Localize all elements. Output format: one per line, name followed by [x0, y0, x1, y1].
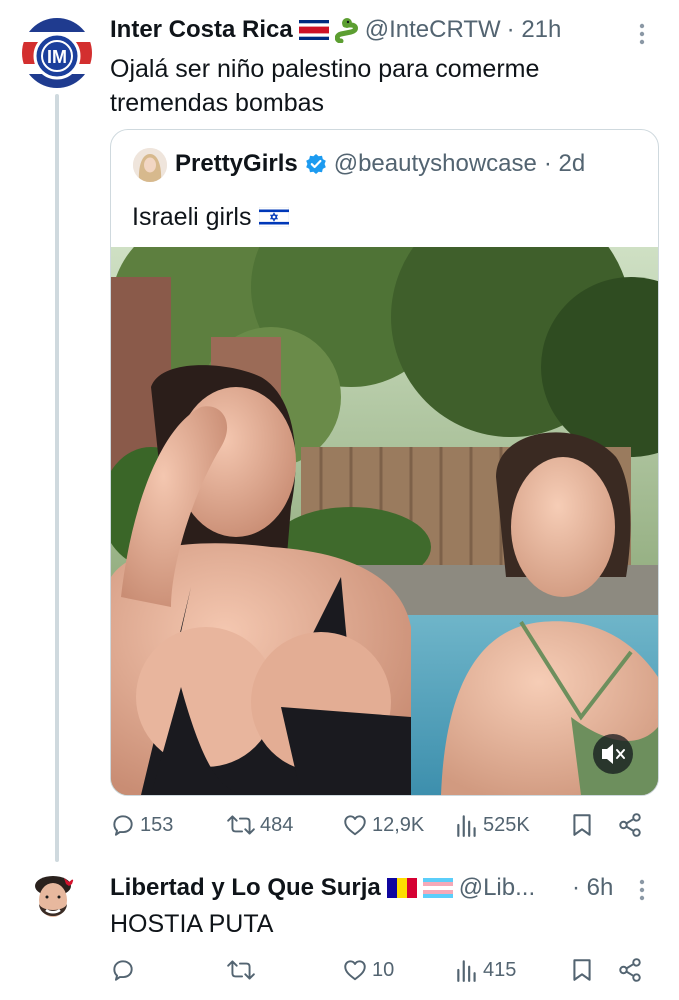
verified-badge-icon — [305, 154, 326, 174]
blonde-woman-avatar-icon — [133, 148, 167, 182]
views-count: 525K — [483, 813, 530, 836]
like-button[interactable]: 12,9K — [342, 812, 424, 838]
like-count: 12,9K — [372, 813, 425, 836]
thread-connector-line — [55, 94, 59, 862]
reply-icon — [113, 960, 133, 981]
share-button[interactable] — [617, 812, 643, 838]
reply-like-button[interactable]: 10 — [342, 957, 394, 983]
tweet-time[interactable]: · 21h — [507, 16, 562, 44]
reply-views-button[interactable]: 415 — [455, 957, 516, 983]
author-handle[interactable]: @InteCRTW — [365, 16, 501, 44]
reply-author-name[interactable]: Libertad y Lo Que Surja — [110, 874, 381, 902]
retweet-icon — [227, 815, 255, 835]
snake-emoji-icon — [334, 18, 358, 43]
svg-text:IM: IM — [47, 47, 67, 67]
quote-author-avatar[interactable] — [133, 148, 167, 182]
more-options-button[interactable] — [634, 22, 650, 46]
more-vertical-icon — [639, 879, 645, 901]
reply-text: HOSTIA PUTA — [110, 910, 274, 938]
quote-author-handle[interactable]: @beautyshowcase — [334, 150, 537, 178]
reply-author-handle[interactable]: @Lib... — [459, 874, 535, 902]
bookmark-icon — [573, 959, 591, 981]
pool-scene-image — [111, 247, 658, 795]
author-name[interactable]: Inter Costa Rica — [110, 16, 293, 44]
bearded-man-avatar-icon — [24, 872, 82, 930]
costa-rica-flag-icon — [298, 20, 329, 40]
quote-media-video[interactable] — [111, 247, 658, 795]
quote-time[interactable]: · 2d — [544, 150, 585, 178]
mute-speaker-icon — [593, 734, 633, 774]
reply-views-count: 415 — [483, 958, 517, 981]
retweet-count: 484 — [260, 813, 294, 836]
reply-icon — [113, 815, 133, 836]
heart-icon — [344, 960, 366, 981]
reply-retweet-button[interactable] — [226, 957, 260, 983]
reply-button[interactable]: 153 — [110, 812, 173, 838]
quote-author-name[interactable]: PrettyGirls — [175, 150, 298, 178]
tweet-text: Ojalá ser niño palestino para comerme tr… — [110, 55, 540, 117]
analytics-icon — [457, 960, 476, 982]
reply-time[interactable]: · 6h — [572, 874, 613, 902]
reply-like-count: 10 — [372, 958, 395, 981]
more-vertical-icon — [639, 23, 645, 45]
israel-flag-icon — [259, 207, 290, 227]
reply-more-options-button[interactable] — [634, 878, 650, 902]
views-button[interactable]: 525K — [455, 812, 530, 838]
quoted-tweet-card[interactable]: PrettyGirls @beautyshowcase · 2d Israeli… — [110, 129, 659, 796]
quote-text: Israeli girls — [132, 203, 252, 231]
reply-bookmark-button[interactable] — [571, 957, 593, 983]
transgender-flag-icon — [422, 878, 453, 898]
andorra-flag-icon — [386, 878, 417, 898]
inter-crest-icon: IM — [22, 18, 92, 88]
bookmark-button[interactable] — [571, 812, 593, 838]
reply-author-avatar[interactable] — [24, 872, 82, 930]
bookmark-icon — [573, 814, 591, 836]
retweet-icon — [227, 960, 255, 980]
analytics-icon — [457, 815, 476, 837]
reply-share-button[interactable] — [617, 957, 643, 983]
author-avatar[interactable]: IM — [22, 18, 92, 88]
heart-icon — [344, 815, 366, 836]
share-icon — [619, 813, 641, 837]
reply-count: 153 — [140, 813, 174, 836]
share-icon — [619, 958, 641, 982]
retweet-button[interactable]: 484 — [226, 812, 293, 838]
reply-reply-button[interactable] — [110, 957, 140, 983]
